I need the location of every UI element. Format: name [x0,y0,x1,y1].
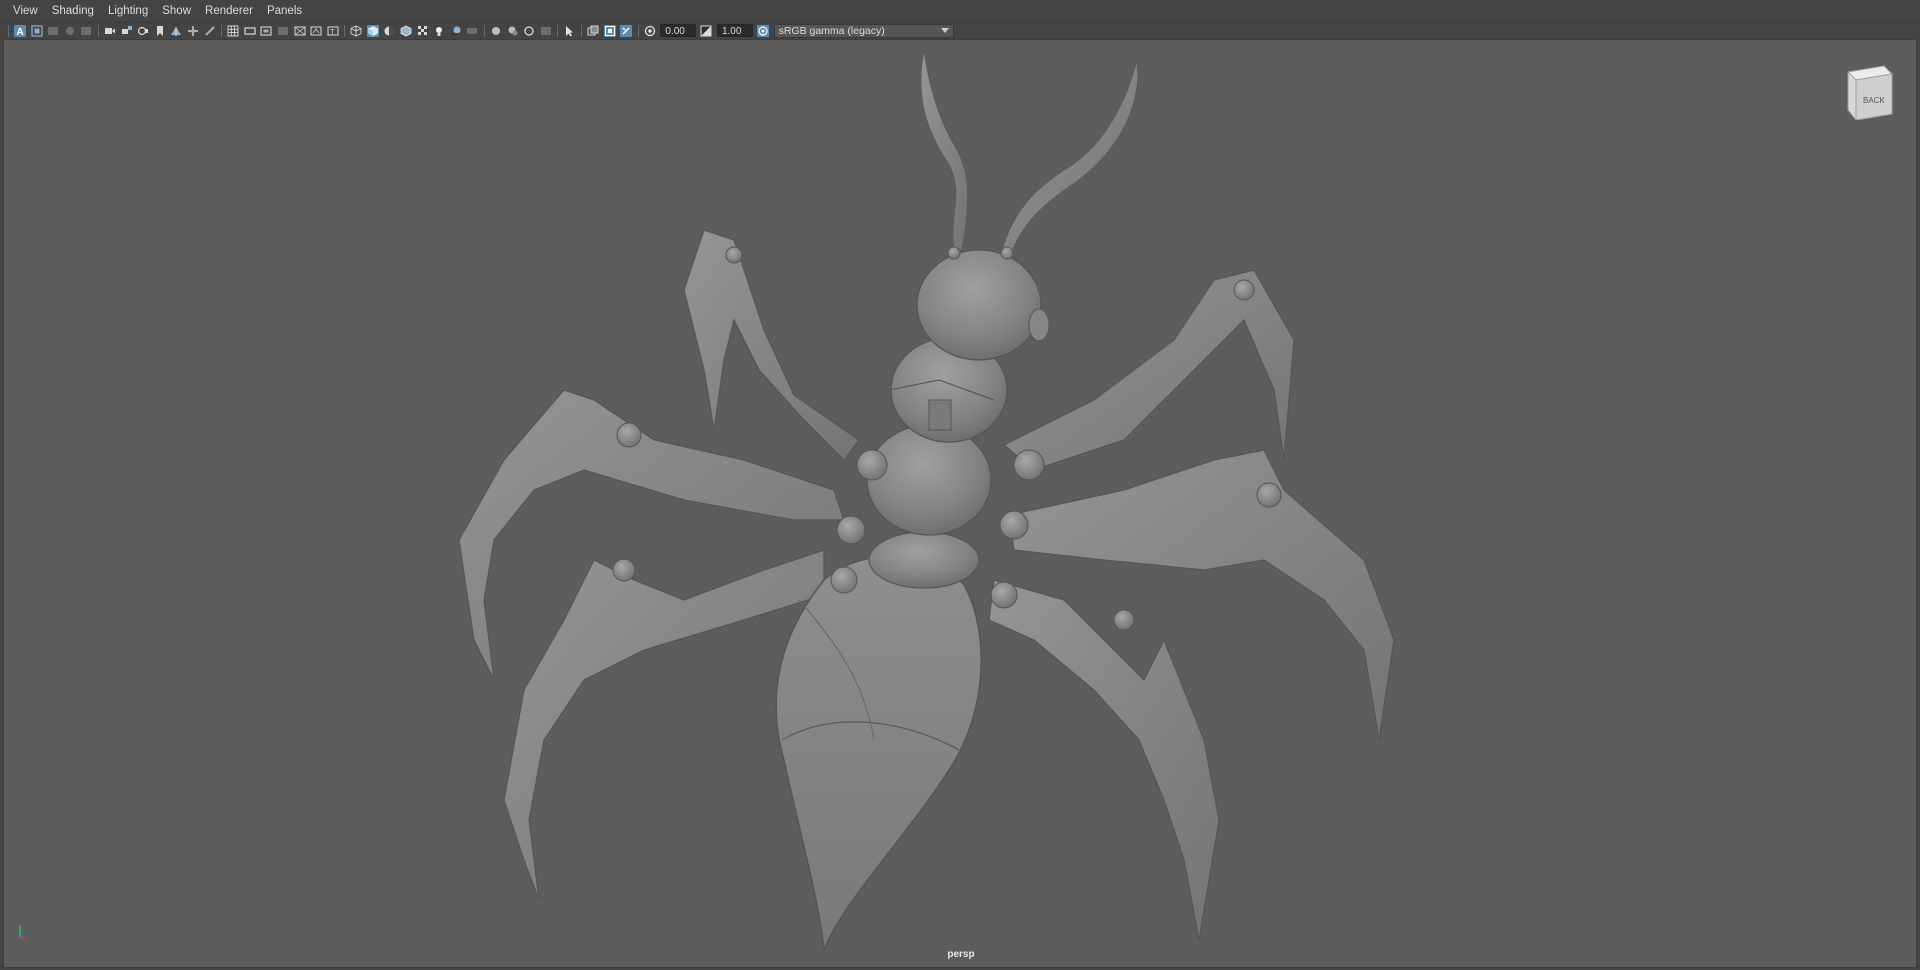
select-lock-icon[interactable] [620,24,633,37]
image-plane-icon[interactable] [64,25,76,37]
color-space-dropdown[interactable]: sRGB gamma (legacy) [773,23,954,38]
anti-aliasing-icon[interactable] [507,25,519,37]
menu-lighting[interactable]: Lighting [101,0,155,23]
menu-view[interactable]: View [6,0,45,23]
toolbar-divider [484,24,486,37]
xray-icon[interactable] [563,25,575,37]
safe-title-icon[interactable]: T [327,25,339,37]
toolbar-divider [97,24,99,37]
textured-icon[interactable] [417,25,429,37]
axis-gizmo-icon [19,926,26,939]
toolbar-divider [557,24,559,37]
motion-blur-icon[interactable] [490,25,502,37]
2d-pan-zoom-icon[interactable] [187,25,199,37]
view-transform-icon[interactable] [756,24,769,37]
menu-show[interactable]: Show [155,0,198,23]
2d-pan-zoom-icon[interactable] [80,25,92,37]
shadows-icon[interactable] [450,25,462,37]
bookmark-icon[interactable] [154,25,166,37]
field-chart-icon[interactable] [294,25,306,37]
camera-lock-icon[interactable] [121,25,133,37]
camera-tumble-icon[interactable] [137,25,149,37]
svg-text:A: A [17,27,24,37]
view-cube[interactable]: BACK [1844,62,1896,120]
gate-mask-icon[interactable] [277,25,289,37]
viewcube-face-label: BACK [1863,96,1885,105]
panel-menu-bar: View Shading Lighting Show Renderer Pane… [0,0,1920,23]
exposure-icon[interactable] [644,25,656,37]
toolbar-divider [637,24,639,37]
menu-renderer[interactable]: Renderer [198,0,260,23]
grease-pencil-icon[interactable] [204,25,216,37]
svg-text:T: T [330,29,335,36]
safe-action-icon[interactable] [310,25,322,37]
menu-shading[interactable]: Shading [45,0,101,23]
select-camera-icon[interactable]: A [14,24,26,37]
camera-attributes-icon[interactable] [30,24,43,37]
panel-toolbar: A T 0.00 1.00 sRGB gamma (legacy) [0,23,1920,38]
maya-viewport-panel: View Shading Lighting Show Renderer Pane… [0,0,1920,970]
film-gate-icon[interactable] [244,25,256,37]
resolution-gate-icon[interactable] [260,25,272,37]
perspective-viewport[interactable]: BACK persp [3,39,1917,968]
toolbar-divider [221,24,223,37]
menu-panels[interactable]: Panels [260,0,309,23]
camera-name-label: persp [947,949,975,960]
bookmark-icon[interactable] [47,25,59,37]
screen-space-ao-icon[interactable] [466,25,478,37]
isolate-select-icon[interactable] [540,25,552,37]
xray-active-components-icon[interactable] [603,24,616,37]
xray-joints-icon[interactable] [587,25,599,37]
smooth-shade-icon[interactable] [366,24,379,37]
use-default-material-icon[interactable] [383,25,395,37]
depth-of-field-icon[interactable] [523,25,535,37]
color-space-label: sRGB gamma (legacy) [778,24,885,37]
toolbar-divider [344,24,346,37]
wireframe-icon[interactable] [350,24,362,37]
exposure-field[interactable]: 0.00 [660,24,697,37]
toolbar-divider [8,24,9,37]
camera-icon[interactable] [104,25,116,37]
ant-model [458,49,1395,951]
chevron-down-icon [940,28,949,33]
gamma-icon[interactable] [700,25,712,37]
toolbar-divider [581,24,582,37]
grid-icon[interactable] [227,25,239,37]
use-all-lights-icon[interactable] [433,25,445,37]
wireframe-on-shaded-icon[interactable] [400,25,412,37]
gamma-field[interactable]: 1.00 [716,24,753,37]
image-plane-icon[interactable] [170,25,182,37]
